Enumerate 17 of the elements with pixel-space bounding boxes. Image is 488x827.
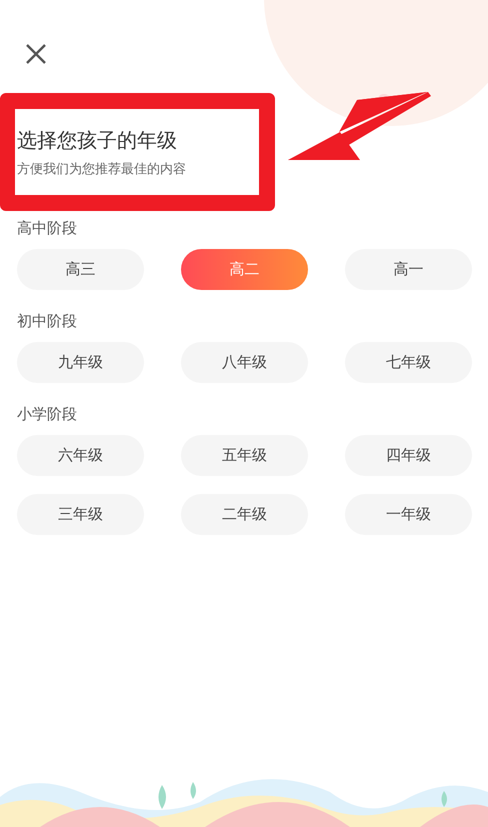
grade-button[interactable]: 六年级 xyxy=(17,435,144,476)
grade-button[interactable]: 五年级 xyxy=(181,435,308,476)
grade-button[interactable]: 四年级 xyxy=(345,435,472,476)
section-label: 高中阶段 xyxy=(17,218,78,238)
page-title: 选择您孩子的年级 xyxy=(17,127,178,153)
grade-button[interactable]: 九年级 xyxy=(17,342,144,383)
grade-button[interactable]: 高三 xyxy=(17,249,144,290)
grade-button[interactable]: 一年级 xyxy=(345,494,472,535)
grade-button[interactable]: 三年级 xyxy=(17,494,144,535)
close-icon[interactable] xyxy=(25,43,47,65)
grade-button[interactable]: 高一 xyxy=(345,249,472,290)
grade-button[interactable]: 二年级 xyxy=(181,494,308,535)
page-subtitle: 方便我们为您推荐最佳的内容 xyxy=(17,161,187,179)
section-label: 小学阶段 xyxy=(17,404,78,424)
grade-button[interactable]: 七年级 xyxy=(345,342,472,383)
grade-button[interactable]: 八年级 xyxy=(181,342,308,383)
section-label: 初中阶段 xyxy=(17,311,78,331)
